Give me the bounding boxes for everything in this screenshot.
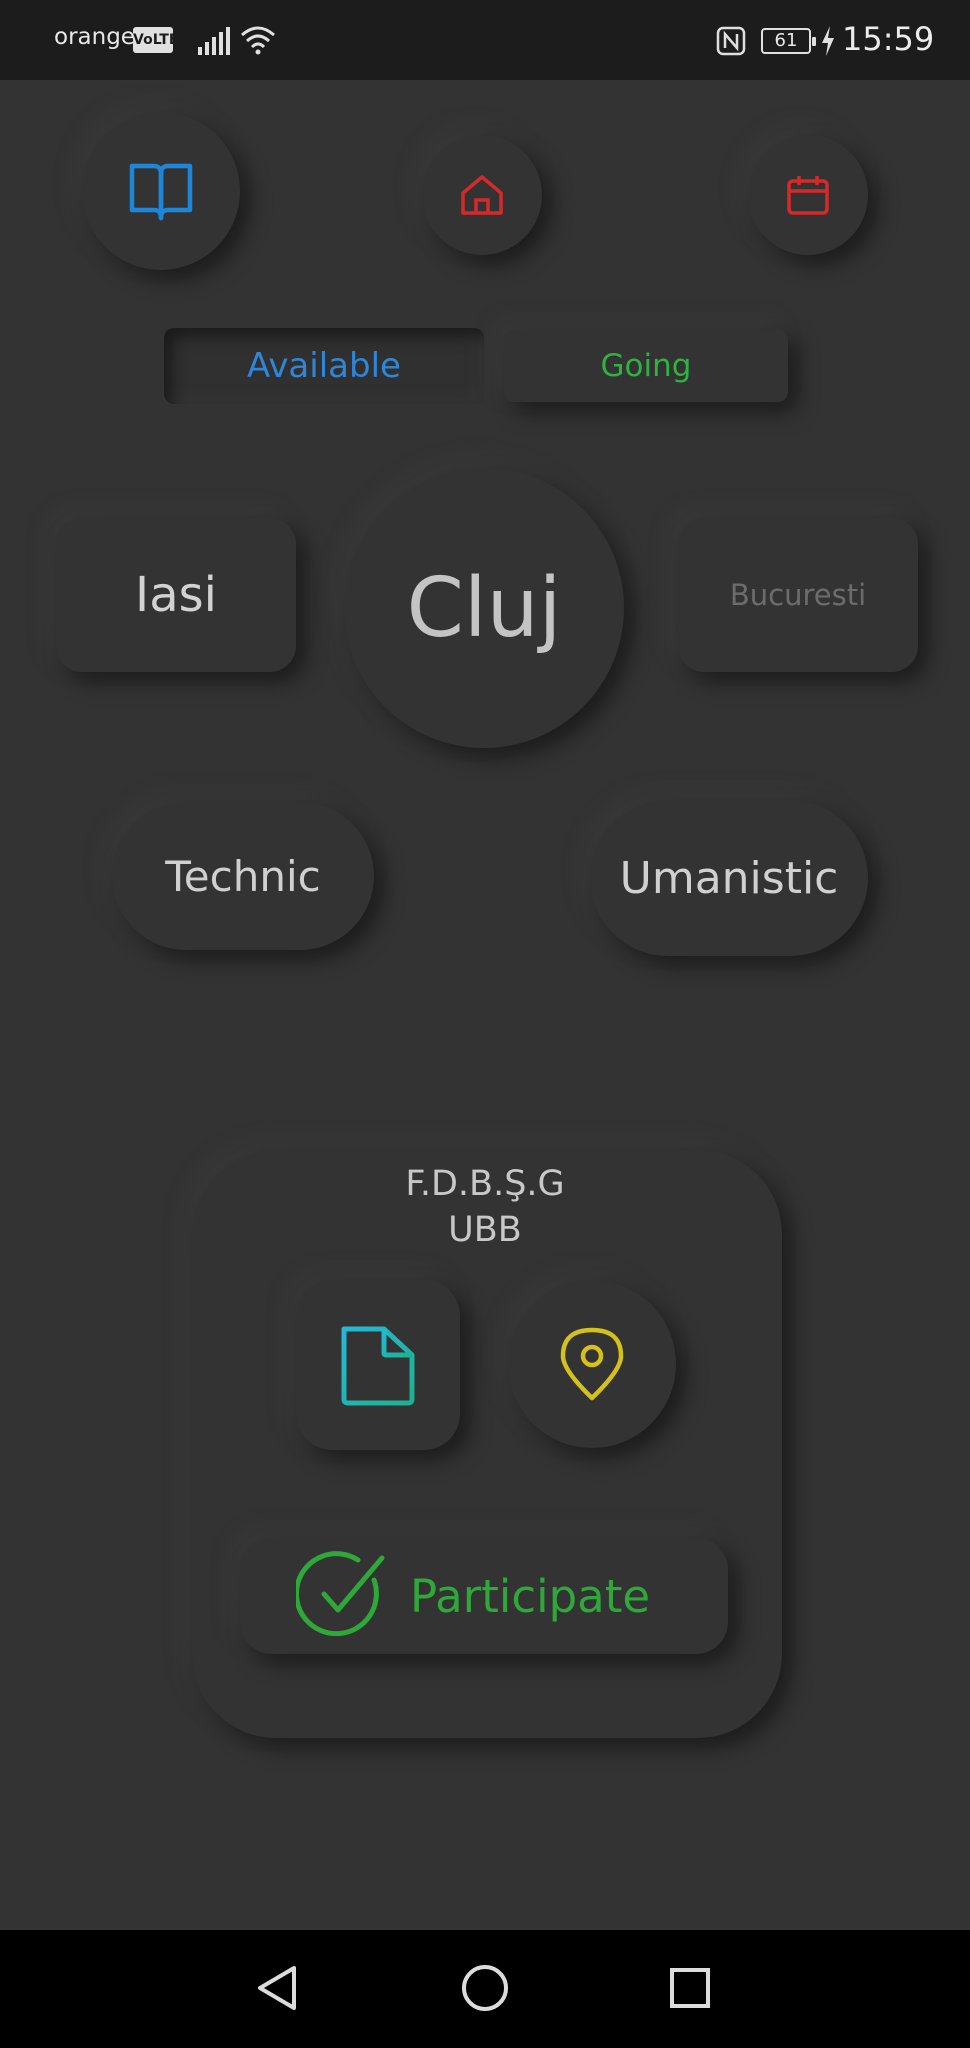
- participate-button[interactable]: Participate: [240, 1538, 728, 1654]
- location-pin-icon: [560, 1327, 624, 1401]
- nav-back-button[interactable]: [248, 1958, 308, 2018]
- carrier-name: orange: [54, 24, 135, 50]
- calendar-icon: [787, 176, 829, 215]
- participate-label: Participate: [410, 1569, 651, 1623]
- home-button[interactable]: [422, 135, 542, 255]
- nav-home-button[interactable]: [455, 1958, 515, 2018]
- wifi-icon: [241, 26, 275, 55]
- back-triangle-icon: [258, 1966, 296, 2010]
- home-icon: [461, 175, 503, 215]
- nav-recent-button[interactable]: [660, 1958, 720, 2018]
- charging-icon: [822, 26, 834, 56]
- recent-square-icon: [670, 1968, 710, 2008]
- tab-going[interactable]: Going: [504, 330, 788, 402]
- check-circle-icon: [296, 1551, 385, 1637]
- city-bucuresti-button[interactable]: Bucuresti: [678, 518, 918, 672]
- book-icon: [129, 163, 193, 221]
- battery-indicator: 61: [761, 28, 816, 54]
- event-faculty: F.D.B.Ş.G: [405, 1164, 565, 1204]
- volte-badge: VoLTE: [133, 27, 178, 53]
- category-technic-button[interactable]: Technic: [112, 802, 374, 950]
- event-university: UBB: [448, 1210, 522, 1250]
- category-umanistic-button[interactable]: Umanistic: [590, 800, 868, 956]
- status-bar: orange VoLTE 61 15:59: [0, 0, 970, 80]
- city-cluj-button[interactable]: Cluj: [344, 468, 624, 748]
- document-button[interactable]: [296, 1280, 460, 1450]
- book-button[interactable]: [82, 112, 240, 270]
- clock-time: 15:59: [842, 20, 935, 58]
- calendar-button[interactable]: [748, 135, 868, 255]
- tab-available[interactable]: Available: [164, 328, 484, 404]
- app-screen: orange VoLTE 61 15:59 Available Going Ia…: [0, 0, 970, 2048]
- nfc-icon: [716, 26, 746, 56]
- signal-icon: [198, 27, 230, 55]
- document-icon: [341, 1326, 415, 1406]
- system-nav-bar: [0, 1930, 970, 2048]
- location-button[interactable]: [508, 1280, 676, 1448]
- home-circle-icon: [462, 1965, 508, 2011]
- city-iasi-button[interactable]: Iasi: [56, 518, 296, 672]
